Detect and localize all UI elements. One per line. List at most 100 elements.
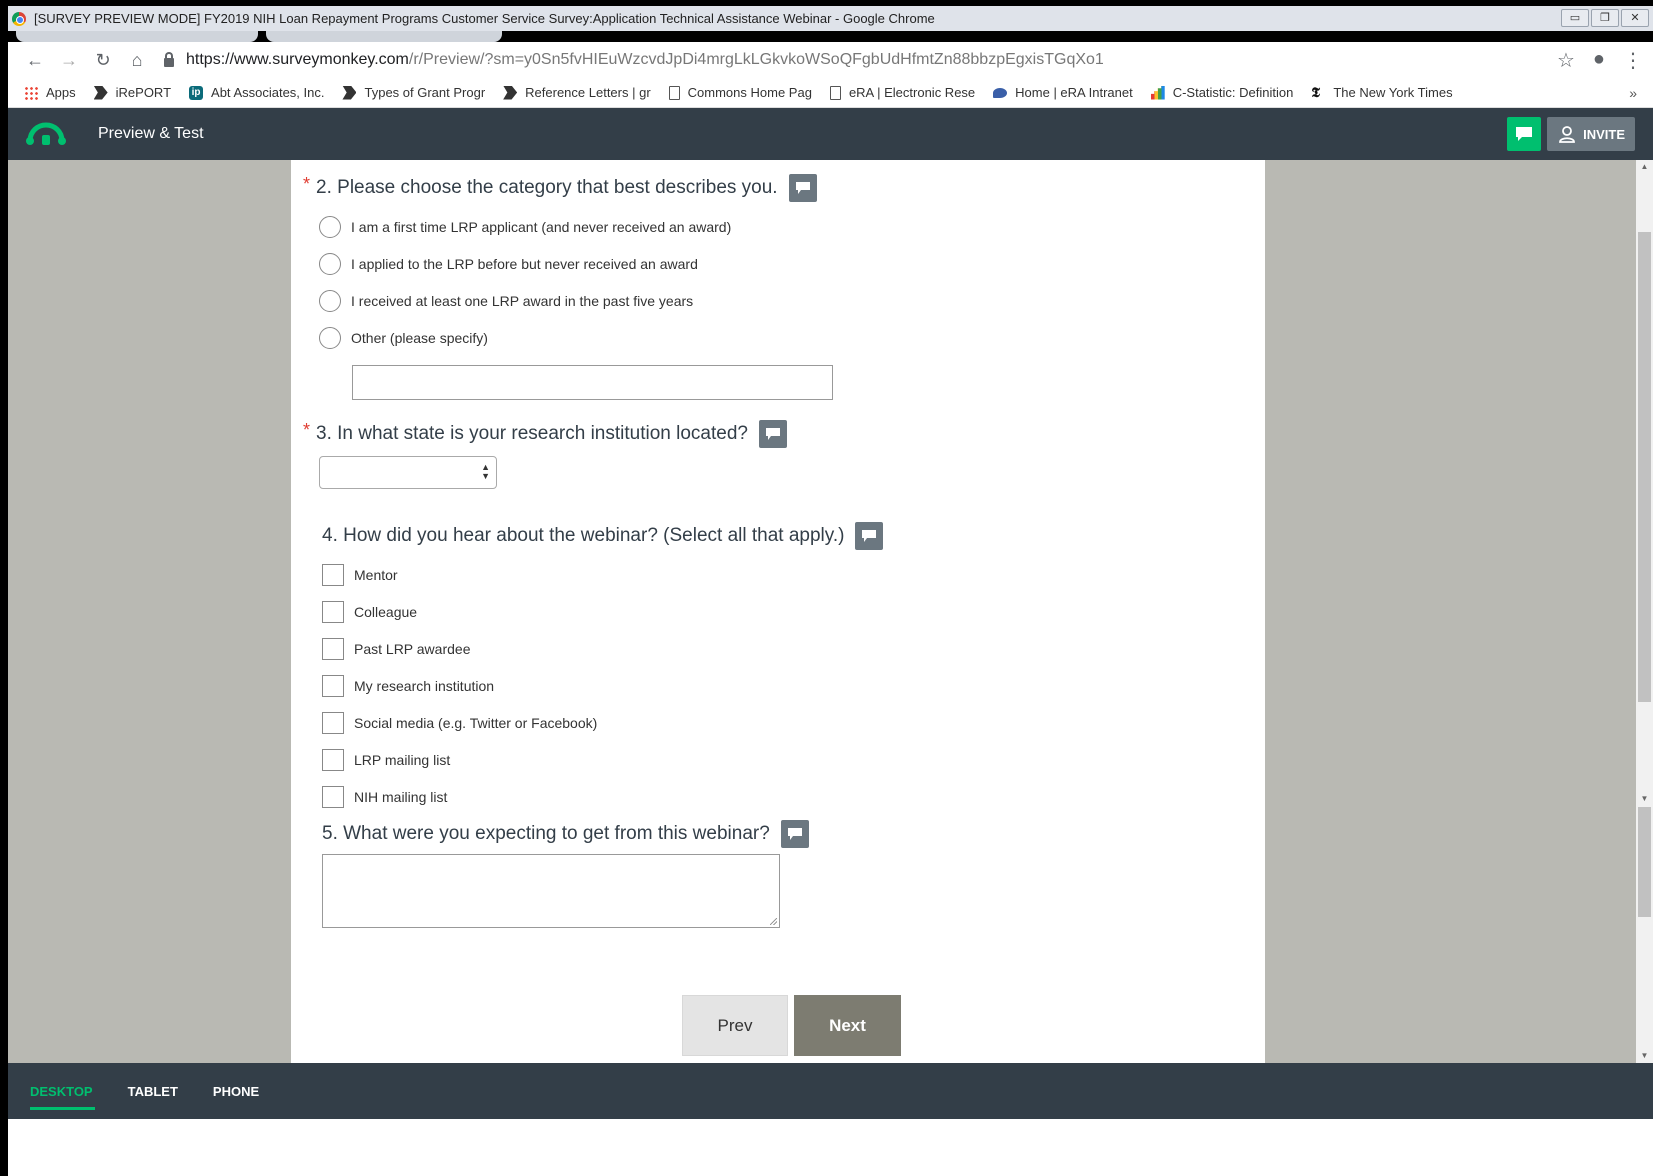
bookmark-reference-letters[interactable]: Reference Letters | gr (503, 85, 651, 100)
scroll-end-icon[interactable]: ▼ (1636, 1049, 1653, 1063)
checkbox[interactable] (322, 711, 344, 734)
address-bar-actions: ☆ ● ⋮ (1557, 48, 1643, 73)
tab-desktop[interactable]: DESKTOP (30, 1063, 95, 1119)
speech-bubble-icon (787, 828, 802, 840)
document-icon (668, 85, 680, 100)
scrollbar[interactable]: ▲ ▼ ▼ (1636, 160, 1653, 1063)
checkbox-option[interactable]: LRP mailing list (322, 741, 883, 778)
checkbox-option[interactable]: NIH mailing list (322, 778, 883, 815)
bookmark-grant-types[interactable]: Types of Grant Progr (342, 85, 485, 100)
checkbox[interactable] (322, 674, 344, 697)
question-comment-button[interactable] (855, 522, 884, 550)
bookmarks-more-icon[interactable]: » (1629, 85, 1637, 101)
speech-bubble-icon (862, 530, 877, 542)
window-controls: ▭ ❐ ✕ (1561, 9, 1649, 27)
speech-bubble-icon (765, 428, 780, 440)
page-navigation: Prev Next (682, 995, 901, 1056)
bookmark-ireport[interactable]: iRePORT (93, 85, 171, 100)
scroll-up-icon[interactable]: ▲ (1636, 160, 1653, 174)
scroll-thumb-lower[interactable] (1638, 807, 1651, 917)
bookmark-era[interactable]: eRA | Electronic Rese (829, 85, 975, 100)
menu-kebab-icon[interactable]: ⋮ (1623, 48, 1643, 73)
scroll-down-icon[interactable]: ▼ (1636, 792, 1653, 806)
reload-icon[interactable]: ↻ (86, 50, 120, 71)
tab-strip (8, 31, 1653, 42)
window-title: [SURVEY PREVIEW MODE] FY2019 NIH Loan Re… (34, 11, 935, 26)
radio-option[interactable]: I received at least one LRP award in the… (319, 282, 833, 319)
radio-button[interactable] (319, 215, 341, 238)
survey-page: * 2. Please choose the category that bes… (291, 160, 1265, 1063)
bookmark-era-intranet[interactable]: Home | eRA Intranet (993, 85, 1133, 100)
preview-area: * 2. Please choose the category that bes… (8, 160, 1653, 1063)
comments-button[interactable] (1507, 117, 1542, 151)
bookmark-star-icon[interactable]: ☆ (1557, 48, 1575, 73)
bookmark-commons[interactable]: Commons Home Pag (668, 85, 812, 100)
checkbox-option[interactable]: Colleague (322, 593, 883, 630)
next-button[interactable]: Next (794, 995, 901, 1056)
nyt-icon: 𝕿 (1311, 84, 1320, 101)
checkbox[interactable] (322, 785, 344, 808)
close-icon[interactable]: ✕ (1621, 9, 1649, 27)
bookmark-abt[interactable]: ip Abt Associates, Inc. (189, 85, 324, 100)
checkbox[interactable] (322, 600, 344, 623)
home-icon[interactable]: ⌂ (120, 50, 154, 71)
url-path: /r/Preview/?sm=y0Sn5fvHIEuWzcvdJpDi4mrgL… (408, 51, 1104, 68)
question-comment-button[interactable] (780, 820, 809, 848)
speech-bubble-icon (795, 182, 810, 194)
bookmark-nyt[interactable]: 𝕿 The New York Times (1311, 85, 1452, 100)
prev-button[interactable]: Prev (682, 995, 788, 1056)
other-specify-input[interactable] (352, 365, 833, 400)
expectations-textarea[interactable] (322, 854, 780, 928)
state-select[interactable]: ▲ ▼ (319, 456, 497, 489)
device-preview-bar: DESKTOP TABLET PHONE (8, 1063, 1653, 1119)
radio-button[interactable] (319, 252, 341, 275)
app-header: Preview & Test INVITE (8, 108, 1653, 160)
title-bar: [SURVEY PREVIEW MODE] FY2019 NIH Loan Re… (8, 6, 1653, 31)
tab-tablet[interactable]: TABLET (128, 1063, 178, 1119)
radio-option[interactable]: I am a first time LRP applicant (and nev… (319, 208, 833, 245)
checkbox-option[interactable]: Social media (e.g. Twitter or Facebook) (322, 704, 883, 741)
forward-arrow-icon[interactable]: → (52, 50, 86, 71)
url-field[interactable]: https://www.surveymonkey.com/r/Preview/?… (164, 51, 1557, 69)
chart-icon (1150, 85, 1165, 100)
minimize-icon[interactable]: ▭ (1561, 9, 1589, 27)
bookmark-apps[interactable]: Apps (24, 85, 76, 100)
flag-icon (93, 85, 108, 100)
browser-tab-2[interactable] (266, 31, 502, 42)
scroll-thumb[interactable] (1638, 232, 1651, 702)
chrome-logo-icon (12, 11, 26, 26)
radio-button[interactable] (319, 326, 341, 349)
question-title: 5. What were you expecting to get from t… (322, 823, 770, 844)
surveymonkey-logo-icon[interactable] (26, 121, 66, 147)
question-title: 2. Please choose the category that best … (316, 177, 778, 198)
invite-button[interactable]: INVITE (1547, 117, 1635, 151)
tab-phone[interactable]: PHONE (213, 1063, 259, 1119)
checkbox-option[interactable]: Mentor (322, 556, 883, 593)
checkbox[interactable] (322, 563, 344, 586)
checkbox-option[interactable]: My research institution (322, 667, 883, 704)
address-bar: ← → ↻ ⌂ https://www.surveymonkey.com/r/P… (8, 42, 1653, 78)
checkbox-option[interactable]: Past LRP awardee (322, 630, 883, 667)
url-host: https://www.surveymonkey.com (186, 51, 409, 68)
checkbox[interactable] (322, 637, 344, 660)
question-4: 4. How did you hear about the webinar? (… (322, 522, 884, 815)
required-marker: * (303, 173, 311, 194)
document-icon (829, 85, 841, 100)
required-marker: * (303, 419, 311, 440)
bookmark-c-statistic[interactable]: C-Statistic: Definition (1150, 85, 1293, 100)
question-comment-button[interactable] (788, 174, 817, 202)
flag-icon (342, 85, 357, 100)
radio-option[interactable]: Other (please specify) (319, 319, 833, 356)
browser-tab-1[interactable] (16, 31, 258, 42)
question-comment-button[interactable] (758, 420, 787, 448)
profile-icon[interactable]: ● (1593, 48, 1605, 73)
radio-option[interactable]: I applied to the LRP before but never re… (319, 245, 833, 282)
question-title: 3. In what state is your research instit… (316, 423, 748, 444)
era-icon (993, 87, 1008, 98)
restore-icon[interactable]: ❐ (1591, 9, 1619, 27)
checkbox[interactable] (322, 748, 344, 771)
radio-button[interactable] (319, 289, 341, 312)
question-title: 4. How did you hear about the webinar? (… (322, 525, 845, 546)
lock-icon (164, 51, 174, 67)
back-arrow-icon[interactable]: ← (18, 50, 52, 71)
